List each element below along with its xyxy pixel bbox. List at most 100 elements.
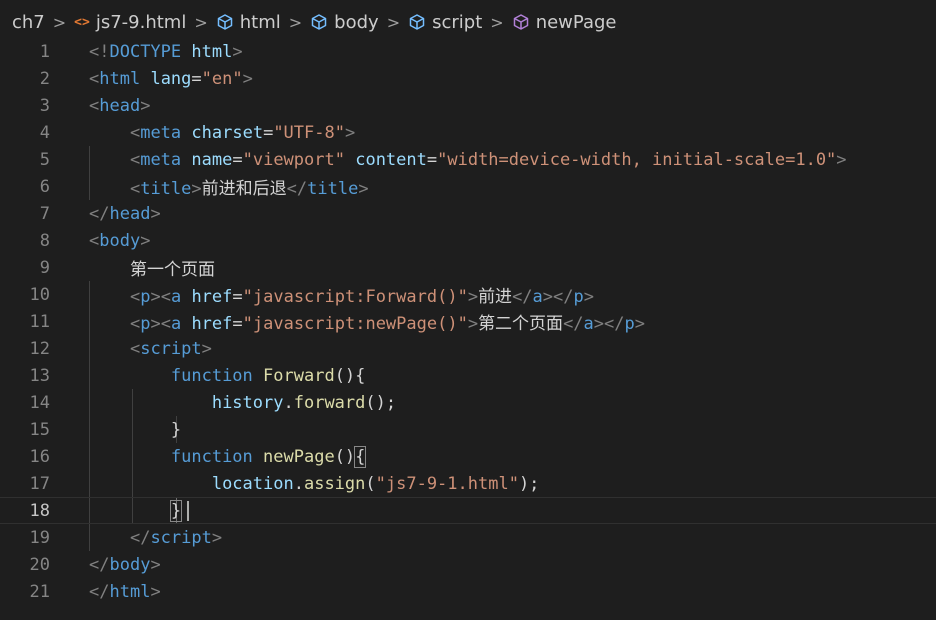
code-line[interactable]: 5 <meta name="viewport" content="width=d… bbox=[0, 146, 936, 173]
code-token: function bbox=[170, 365, 253, 386]
breadcrumb-label: body bbox=[334, 11, 379, 33]
code-text: </script> bbox=[89, 528, 222, 548]
cube-icon bbox=[216, 13, 234, 31]
code-text: } bbox=[89, 420, 181, 440]
breadcrumb-item[interactable]: body bbox=[310, 12, 379, 33]
code-token: = bbox=[232, 149, 243, 170]
code-line[interactable]: 8 <body> bbox=[0, 227, 936, 254]
chevron-right-icon: > bbox=[194, 12, 208, 32]
code-text: <title>前进和后退</title> bbox=[89, 174, 369, 199]
html-file-icon: <> bbox=[74, 14, 90, 30]
code-token: >< bbox=[150, 287, 171, 307]
breadcrumb-item[interactable]: <> js7-9.html bbox=[74, 12, 186, 33]
code-line[interactable]: 2 <html lang="en"> bbox=[0, 65, 936, 92]
line-number: 16 bbox=[29, 446, 50, 467]
code-line[interactable]: 11 <p><a href="javascript:newPage()">第二个… bbox=[0, 308, 936, 335]
line-number: 13 bbox=[29, 365, 50, 386]
code-token: forward bbox=[293, 392, 366, 413]
code-token: function bbox=[170, 446, 253, 467]
text-cursor bbox=[187, 501, 189, 521]
line-number: 10 bbox=[29, 284, 50, 305]
code-token: a bbox=[532, 287, 543, 307]
code-line[interactable]: 16 function newPage(){ bbox=[0, 443, 936, 470]
code-token: script bbox=[150, 527, 212, 548]
code-line[interactable]: 12 <script> bbox=[0, 335, 936, 362]
code-token: > bbox=[583, 287, 595, 307]
breadcrumb-item[interactable]: html bbox=[216, 12, 281, 33]
chevron-right-icon: > bbox=[288, 12, 303, 32]
code-line[interactable]: 6 <title>前进和后退</title> bbox=[0, 173, 936, 200]
line-number: 21 bbox=[29, 581, 50, 602]
code-token: > bbox=[150, 203, 161, 224]
code-token: > bbox=[358, 179, 369, 199]
code-line[interactable]: 14 history.forward(); bbox=[0, 389, 936, 416]
code-line[interactable]: 19 </script> bbox=[0, 524, 936, 551]
code-token: a bbox=[583, 314, 594, 334]
code-text: location.assign("js7-9-1.html"); bbox=[89, 473, 540, 494]
code-token: (); bbox=[365, 392, 397, 413]
code-token: ></ bbox=[542, 287, 574, 307]
code-token: . bbox=[293, 473, 304, 494]
code-line[interactable]: 1 <!DOCTYPE html> bbox=[0, 38, 936, 65]
breadcrumb-item[interactable]: script bbox=[408, 12, 482, 33]
code-token: p bbox=[140, 287, 151, 307]
code-text: function Forward(){ bbox=[89, 365, 366, 386]
breadcrumb-item[interactable]: ch7 bbox=[12, 12, 45, 33]
code-token: > bbox=[150, 581, 161, 602]
code-line[interactable]: 15 } bbox=[0, 416, 936, 443]
code-line[interactable]: 10 <p><a href="javascript:Forward()">前进<… bbox=[0, 281, 936, 308]
chevron-right-icon: > bbox=[386, 12, 401, 32]
breadcrumb-item[interactable]: newPage bbox=[512, 11, 617, 33]
line-number: 8 bbox=[39, 230, 50, 251]
code-token: . bbox=[283, 392, 294, 413]
code-token: 前进 bbox=[478, 287, 513, 307]
code-token: 第二个页面 bbox=[478, 314, 564, 334]
code-editor[interactable]: 1 <!DOCTYPE html> 2 <html lang="en"> 3 <head>… bbox=[0, 38, 936, 620]
code-text: function newPage(){ bbox=[89, 445, 367, 468]
code-token: Forward bbox=[263, 365, 335, 386]
code-line[interactable]: 4 <meta charset="UTF-8"> bbox=[0, 119, 936, 146]
code-token: charset bbox=[191, 122, 264, 143]
code-token: "javascript:newPage()" bbox=[242, 314, 468, 334]
code-token: a bbox=[170, 287, 182, 307]
code-token: > bbox=[467, 314, 479, 334]
code-text: <!DOCTYPE html> bbox=[89, 42, 243, 62]
code-token: > bbox=[140, 230, 151, 251]
code-line[interactable]: 13 function Forward(){ bbox=[0, 362, 936, 389]
line-number: 9 bbox=[39, 257, 50, 278]
code-token: (){ bbox=[334, 365, 366, 386]
code-line[interactable]: 7 </head> bbox=[0, 200, 936, 227]
code-line[interactable]: 20 </body> bbox=[0, 551, 936, 578]
code-text: <meta charset="UTF-8"> bbox=[89, 123, 355, 143]
code-token: > bbox=[211, 527, 223, 548]
code-token: assign bbox=[303, 473, 366, 494]
code-line[interactable]: 18 } bbox=[0, 497, 936, 524]
breadcrumb-label: newPage bbox=[535, 11, 617, 33]
code-token: head bbox=[99, 95, 141, 116]
code-token: "en" bbox=[201, 68, 243, 89]
code-token: } bbox=[170, 419, 182, 440]
breadcrumb-label: script bbox=[432, 11, 483, 33]
code-token: = bbox=[232, 314, 243, 334]
code-token: href bbox=[191, 287, 233, 307]
code-text: history.forward(); bbox=[89, 393, 396, 413]
code-token: p bbox=[624, 314, 635, 334]
code-token: < bbox=[129, 338, 141, 359]
code-line[interactable]: 17 location.assign("js7-9-1.html"); bbox=[0, 470, 936, 497]
code-line[interactable]: 3 <head> bbox=[0, 92, 936, 119]
code-token: p bbox=[140, 314, 151, 334]
code-line[interactable]: 9 第一个页面 bbox=[0, 254, 936, 281]
code-line[interactable]: 21 </html> bbox=[0, 578, 936, 605]
line-number: 14 bbox=[29, 392, 50, 413]
code-text: </html> bbox=[89, 582, 161, 602]
code-text: </body> bbox=[89, 555, 161, 575]
code-token: history bbox=[211, 392, 284, 413]
